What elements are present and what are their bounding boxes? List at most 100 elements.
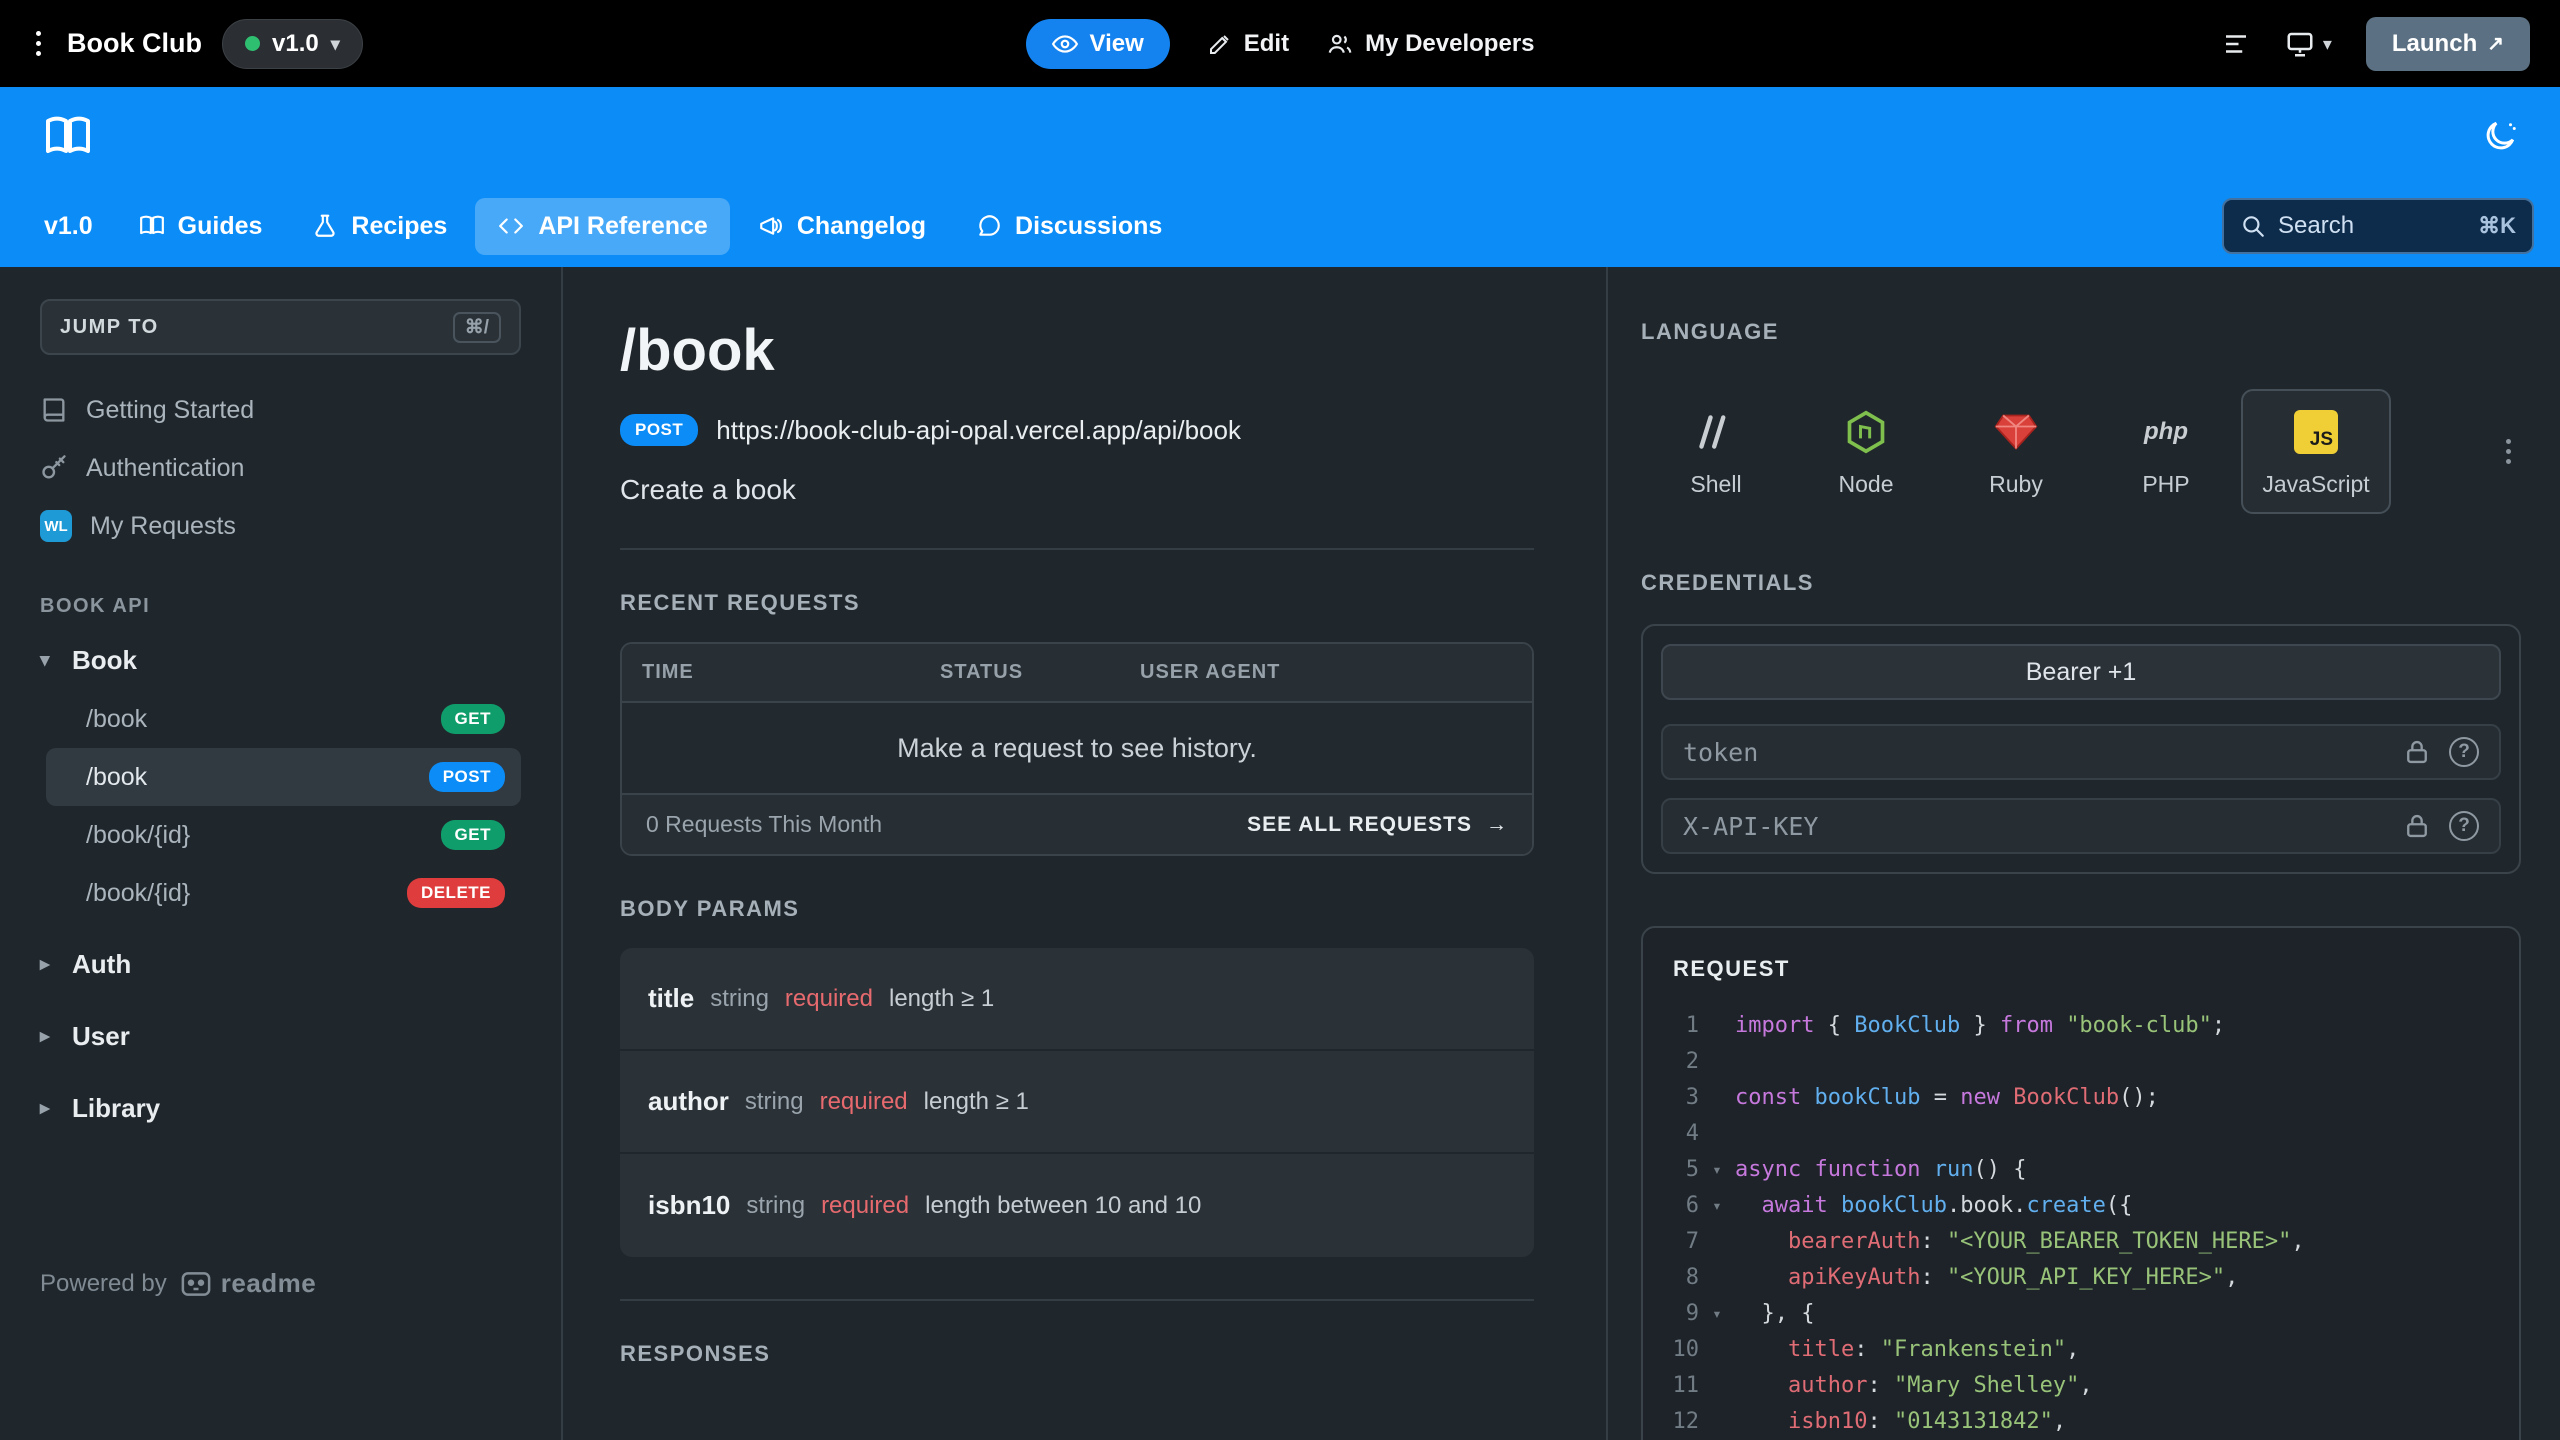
sidebar-group-user[interactable]: ▸ User (40, 1006, 521, 1066)
table-footer-row: 0 Requests This Month SEE ALL REQUESTS → (622, 795, 1532, 854)
code-text: apiKeyAuth: "<YOUR_API_KEY_HERE>", (1787, 1265, 2239, 1290)
fold-gutter (1699, 1080, 1735, 1116)
param-type: string (710, 984, 769, 1012)
jump-to-shortcut: ⌘/ (452, 311, 501, 343)
dark-mode-toggle-icon[interactable] (2482, 118, 2518, 154)
bearer-auth-button[interactable]: Bearer +1 (1661, 644, 2501, 700)
readme-logo-icon (181, 1271, 211, 1297)
line-number: 6 (1685, 1193, 1699, 1218)
code-line: 12 isbn10: "0143131842", (1643, 1404, 2519, 1440)
lock-icon[interactable] (2403, 738, 2431, 766)
sidebar-endpoint-post-book[interactable]: /book POST (46, 748, 521, 806)
sidebar-group-book[interactable]: ▾ Book (40, 630, 521, 690)
edit-button[interactable]: Edit (1208, 30, 1289, 58)
code-line: 3 const bookClub = new BookClub(); (1643, 1080, 2519, 1116)
language-javascript[interactable]: JS JavaScript (2241, 389, 2391, 514)
endpoint-url-row: POST https://book-club-api-opal.vercel.a… (620, 414, 1534, 446)
nav-recipes[interactable]: Recipes (290, 198, 469, 255)
fold-gutter (1699, 1404, 1735, 1440)
powered-by[interactable]: Powered by readme (40, 1268, 521, 1299)
more-languages-icon[interactable] (2496, 429, 2521, 474)
table-header-row: TIME STATUS USER AGENT (622, 644, 1532, 703)
sidebar-endpoint-delete-book-id[interactable]: /book/{id} DELETE (46, 864, 521, 922)
doc-search[interactable]: ⌘K (2222, 198, 2534, 254)
sidebar-endpoint-get-book[interactable]: /book GET (46, 690, 521, 748)
line-number: 7 (1685, 1229, 1699, 1254)
my-developers-button[interactable]: My Developers (1327, 30, 1535, 58)
endpoint-description: Create a book (620, 474, 796, 505)
param-type: string (746, 1191, 806, 1219)
sidebar-item-authentication[interactable]: Authentication (40, 439, 521, 497)
nav-api-reference[interactable]: API Reference (475, 197, 730, 255)
version-status-dot (245, 36, 260, 51)
nav-version[interactable]: v1.0 (26, 198, 111, 255)
presentation-menu[interactable]: ▾ (2285, 29, 2332, 59)
param-required: required (821, 1191, 910, 1219)
pencil-icon (1208, 32, 1232, 56)
book-logo-icon[interactable] (42, 114, 94, 158)
list-menu-icon[interactable] (2221, 29, 2251, 59)
param-row-isbn10[interactable]: isbn10 string required length between 10… (620, 1154, 1534, 1257)
nav-guides-label: Guides (177, 211, 263, 240)
jump-to-label: JUMP TO (60, 315, 159, 338)
code-line: 4 (1643, 1116, 2519, 1152)
code-line: 9 ▾ }, { (1643, 1296, 2519, 1332)
powered-by-label: Powered by (40, 1269, 167, 1297)
column-user-agent: USER AGENT (1140, 661, 1281, 683)
language-heading: LANGUAGE (1641, 319, 1779, 344)
fold-toggle-icon[interactable]: ▾ (1699, 1296, 1735, 1332)
language-label: JavaScript (2262, 471, 2370, 497)
js-icon-text: JS (2309, 429, 2333, 450)
api-key-input[interactable] (1683, 811, 2385, 841)
responses-heading: RESPONSES (620, 1341, 771, 1366)
nav-api-reference-label: API Reference (538, 211, 708, 240)
code-line: 2 (1643, 1044, 2519, 1080)
key-icon (40, 454, 68, 482)
param-row-author[interactable]: author string required length ≥ 1 (620, 1051, 1534, 1154)
sidebar-endpoint-get-book-id[interactable]: /book/{id} GET (46, 806, 521, 864)
ruby-gem-icon (1994, 407, 2038, 457)
help-icon[interactable]: ? (2449, 737, 2479, 767)
nav-discussions[interactable]: Discussions (954, 198, 1184, 255)
param-row-title[interactable]: title string required length ≥ 1 (620, 948, 1534, 1051)
column-status: STATUS (940, 661, 1024, 683)
language-ruby[interactable]: Ruby (1941, 389, 2091, 514)
fold-gutter (1699, 1044, 1735, 1080)
requests-count: 0 Requests This Month (646, 811, 883, 837)
fold-toggle-icon[interactable]: ▾ (1699, 1188, 1735, 1224)
nav-guides[interactable]: Guides (117, 198, 285, 255)
view-button[interactable]: View (1025, 18, 1170, 69)
help-icon[interactable]: ? (2449, 811, 2479, 841)
method-badge-get: GET (440, 820, 505, 850)
nav-changelog[interactable]: Changelog (736, 198, 948, 255)
token-input[interactable] (1683, 737, 2385, 767)
project-menu-icon[interactable] (30, 25, 47, 62)
jump-to-button[interactable]: JUMP TO ⌘/ (40, 299, 521, 355)
language-php[interactable]: php PHP (2091, 389, 2241, 514)
sidebar-group-auth[interactable]: ▸ Auth (40, 934, 521, 994)
see-all-requests-link[interactable]: SEE ALL REQUESTS → (1247, 813, 1508, 837)
lock-icon[interactable] (2403, 812, 2431, 840)
version-dropdown[interactable]: v1.0 ▾ (222, 18, 363, 69)
sidebar: JUMP TO ⌘/ Getting Started Authenticatio… (0, 267, 563, 1440)
recent-requests-table: TIME STATUS USER AGENT Make a request to… (620, 642, 1534, 856)
endpoint-doc: /book POST https://book-club-api-opal.ve… (563, 267, 1608, 1440)
launch-button[interactable]: Launch ↗ (2365, 16, 2530, 71)
request-heading: REQUEST (1673, 956, 1790, 981)
request-code-card: REQUEST 1 import { BookClub } from "book-… (1641, 926, 2521, 1440)
group-label: Book (72, 644, 137, 675)
language-shell[interactable]: Shell (1641, 389, 1791, 514)
sidebar-item-my-requests[interactable]: WL My Requests (40, 497, 521, 555)
language-node[interactable]: Node (1791, 389, 1941, 514)
search-input[interactable] (2278, 212, 2467, 240)
code-line: 6 ▾ await bookClub.book.create({ (1643, 1188, 2519, 1224)
code-text: isbn10: "0143131842", (1787, 1409, 2067, 1434)
launch-label: Launch (2391, 29, 2478, 57)
line-number: 8 (1685, 1265, 1699, 1290)
sidebar-item-getting-started[interactable]: Getting Started (40, 381, 521, 439)
fold-toggle-icon[interactable]: ▾ (1699, 1152, 1735, 1188)
chevron-down-icon: ▾ (2322, 33, 2332, 54)
fold-gutter (1699, 1116, 1735, 1152)
code-text: import { BookClub } from "book-club"; (1735, 1013, 2226, 1038)
sidebar-group-library[interactable]: ▸ Library (40, 1078, 521, 1138)
